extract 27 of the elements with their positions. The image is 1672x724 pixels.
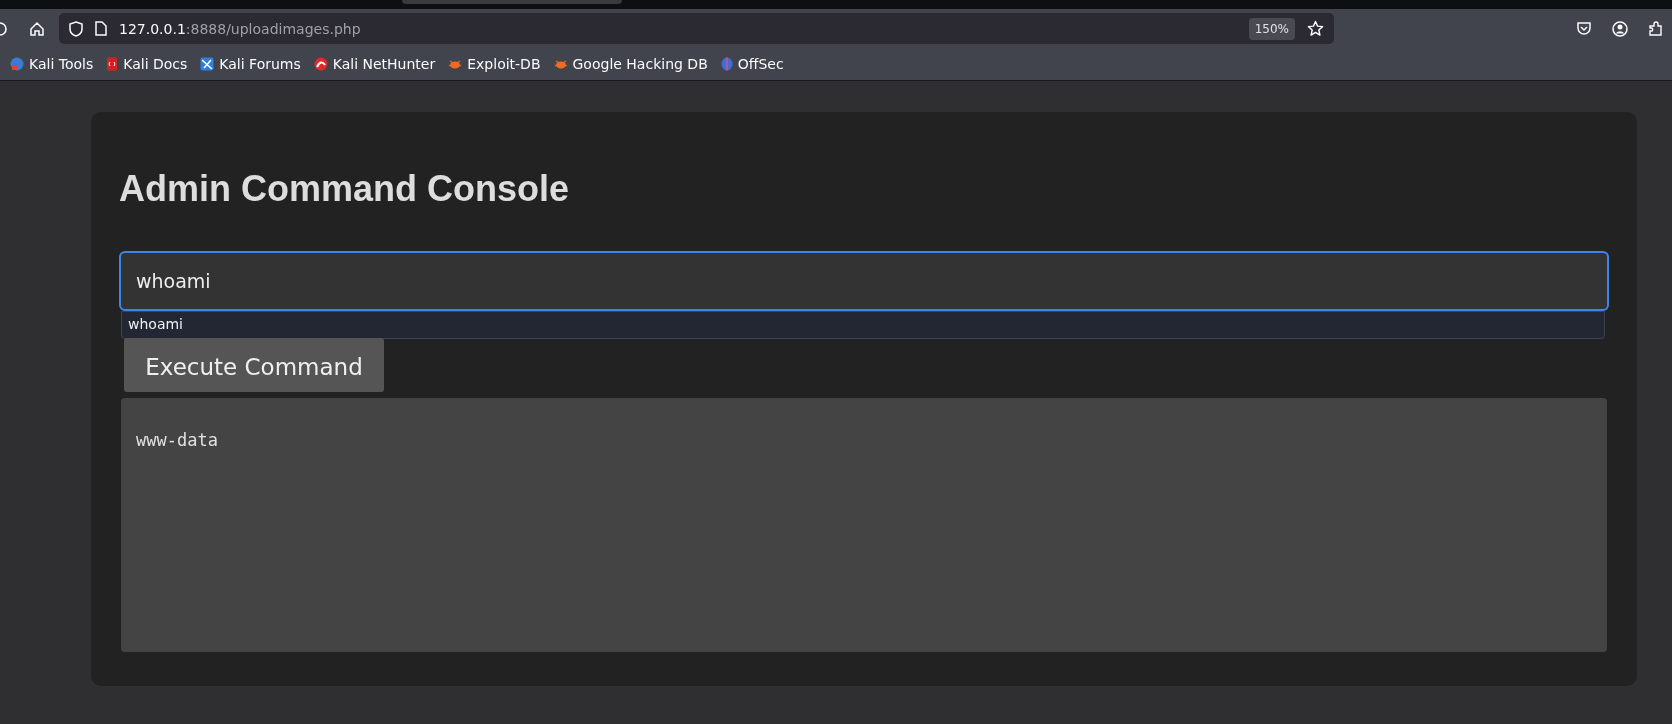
pocket-icon[interactable] [1576, 20, 1592, 37]
bookmark[interactable]: Kali Docs [106, 56, 188, 72]
home-icon[interactable] [29, 20, 45, 37]
bug-icon [553, 58, 568, 70]
command-output: www-data [121, 398, 1607, 652]
account-icon[interactable] [1612, 20, 1628, 37]
bookmark[interactable]: Exploit-DB [448, 56, 541, 72]
bookmark[interactable]: Kali NetHunter [313, 56, 436, 72]
url-text: 127.0.0.1:8888/uploadimages.php [119, 20, 362, 37]
shield-icon [69, 20, 83, 37]
document-icon [106, 57, 119, 71]
execute-command-button[interactable]: Execute Command [124, 338, 384, 392]
bookmark[interactable]: Google Hacking DB [553, 56, 708, 72]
zoom-level[interactable]: 150% [1248, 17, 1295, 40]
page-title: Admin Command Console [119, 168, 571, 210]
autocomplete-suggestion[interactable]: whoami [122, 312, 1604, 336]
reload-icon[interactable] [0, 20, 8, 37]
puzzle-icon[interactable] [1648, 20, 1664, 37]
star-icon[interactable] [1307, 20, 1324, 37]
offsec-logo-icon [720, 57, 733, 71]
bookmark[interactable]: OffSec [720, 56, 784, 72]
command-input[interactable]: whoami [119, 251, 1609, 311]
bookmark[interactable]: Kali Forums [200, 56, 301, 72]
bug-icon [448, 58, 463, 70]
address-bar[interactable]: 127.0.0.1:8888/uploadimages.php 150% [59, 13, 1334, 44]
bookmark[interactable]: Kali Tools [10, 56, 94, 72]
page-icon [95, 21, 107, 36]
